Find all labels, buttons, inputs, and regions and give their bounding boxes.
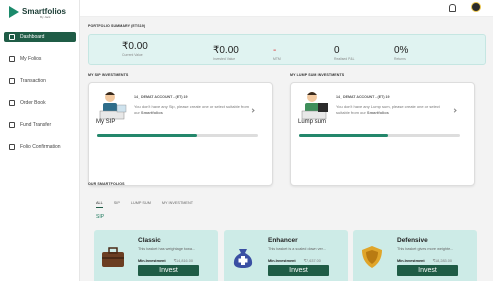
sidebar-item-my-folios[interactable]: My Folios — [4, 54, 76, 64]
sidebar-item-folio-confirmation[interactable]: Folio Confirmation — [4, 142, 76, 152]
invested-value-stat: ₹0.00 Invested Value — [213, 45, 239, 62]
shield-icon — [362, 246, 382, 268]
notification-bell-icon[interactable] — [449, 4, 456, 12]
sip-card[interactable]: My SIP 14_ DEMAT ACCOUNT - (ET) 19 You d… — [88, 82, 273, 186]
stat-value: 0% — [394, 45, 409, 56]
stat-label: MTM — [273, 57, 281, 61]
sip-card-label: My SIP — [96, 119, 116, 125]
app-root: Smartfolios By Jack Dashboard My Folios … — [0, 0, 493, 281]
folio-description: This basket has weightage towa... — [138, 247, 196, 251]
folio-name: Defensive — [397, 237, 428, 244]
invest-button[interactable]: Invest — [138, 265, 199, 276]
folio-card-defensive[interactable]: Defensive This basket gives more weighte… — [353, 230, 477, 281]
lumpsum-card-label: Lump sum — [298, 119, 327, 125]
folder-icon — [9, 56, 15, 62]
returns-stat: 0% Returns — [394, 45, 409, 62]
sip-illustration-icon — [99, 92, 127, 120]
realised-pnl-stat: 0 Realised P&L — [334, 45, 355, 62]
sip-account-name: 14_ DEMAT ACCOUNT - (ET) 19 — [134, 95, 188, 99]
folio-min-investment: Min.Investment ₹7,637.00 — [268, 259, 321, 263]
dashboard-icon — [9, 34, 15, 40]
brand-logo[interactable]: Smartfolios — [9, 4, 66, 20]
transaction-icon — [9, 78, 15, 84]
stat-value: ₹0.00 — [213, 45, 239, 56]
sidebar-item-label: Order Book — [20, 100, 46, 106]
sidebar-item-label: Fund Transfer — [20, 122, 52, 128]
folio-card-enhancer[interactable]: Enhancer This basket is a scaled down ve… — [224, 230, 348, 281]
stat-label: Realised P&L — [334, 57, 355, 61]
user-avatar[interactable] — [471, 2, 481, 12]
smartfolios-section-title: OUR SMARTFOLIOS — [88, 182, 125, 186]
stat-value: 0 — [334, 45, 340, 56]
lumpsum-account-name: 14_ DEMAT ACCOUNT - (ET) 19 — [336, 95, 390, 99]
folio-min-investment: Min.Investment ₹14,816.00 — [138, 259, 193, 263]
portfolio-summary-card: ₹0.00 Current Value ₹0.00 Invested Value… — [88, 34, 486, 65]
fund-transfer-icon — [9, 122, 15, 128]
smartfolios-link[interactable]: Smartfolios — [367, 110, 389, 115]
sidebar-item-dashboard[interactable]: Dashboard — [4, 32, 76, 42]
sip-progress-bar — [97, 134, 258, 137]
stat-label: Returns — [394, 57, 406, 61]
sidebar-item-label: Folio Confirmation — [20, 144, 61, 150]
top-header — [80, 0, 493, 17]
chevron-right-icon[interactable] — [452, 108, 457, 113]
sip-empty-message: You don't have any Sip, please create on… — [134, 104, 249, 115]
lumpsum-card[interactable]: Lump sum 14_ DEMAT ACCOUNT - (ET) 19 You… — [290, 82, 475, 186]
folio-confirmation-icon — [9, 144, 15, 150]
folio-description: This basket gives more weighte... — [397, 247, 454, 251]
sidebar-item-label: My Folios — [20, 56, 42, 62]
stat-value: - — [273, 45, 277, 56]
chevron-right-icon[interactable] — [250, 108, 255, 113]
invest-button[interactable]: Invest — [268, 265, 329, 276]
smartfolios-tabs: ALL SIP LUMP SUM MY INVESTMENT — [96, 201, 204, 208]
sidebar-item-label: Dashboard — [20, 34, 45, 40]
tab-my-investment[interactable]: MY INVESTMENT — [162, 201, 193, 208]
portfolio-summary-title: PORTFOLIO SUMMARY (ETS19) — [88, 24, 146, 28]
tab-all[interactable]: ALL — [96, 201, 103, 208]
sidebar-item-label: Transaction — [20, 78, 46, 84]
stat-label: Current Value — [122, 53, 143, 57]
briefcase-icon — [102, 247, 124, 267]
main-content: PORTFOLIO SUMMARY (ETS19) ₹0.00 Current … — [80, 17, 493, 281]
sip-section-title: MY SIP INVESTMENTS — [88, 73, 129, 77]
tab-lump-sum[interactable]: LUMP SUM — [131, 201, 151, 208]
folio-name: Enhancer — [268, 237, 298, 244]
money-bag-icon — [233, 249, 253, 268]
stat-label: Invested Value — [213, 57, 236, 61]
sidebar-item-fund-transfer[interactable]: Fund Transfer — [4, 120, 76, 130]
sidebar-nav: Dashboard My Folios Transaction Order Bo… — [4, 32, 76, 164]
smartfolios-link[interactable]: Smartfolios — [141, 110, 163, 115]
folio-name: Classic — [138, 237, 161, 244]
sip-progress-fill — [97, 134, 197, 137]
lumpsum-illustration-icon — [301, 92, 328, 120]
invest-button[interactable]: Invest — [397, 265, 458, 276]
mtm-stat: - MTM — [273, 45, 281, 62]
sidebar-item-transaction[interactable]: Transaction — [4, 76, 76, 86]
logo-mark-icon — [9, 6, 19, 18]
order-book-icon — [9, 100, 15, 106]
brand-subtitle: By Jack — [40, 15, 51, 19]
sidebar: Smartfolios By Jack Dashboard My Folios … — [0, 0, 80, 281]
folio-card-classic[interactable]: Classic This basket has weightage towa..… — [94, 230, 218, 281]
lumpsum-progress-fill — [299, 134, 388, 137]
tab-sip[interactable]: SIP — [114, 201, 120, 208]
lumpsum-empty-message: You don't have any Lump sum, please crea… — [336, 104, 440, 115]
current-value-stat: ₹0.00 Current Value — [122, 41, 148, 58]
lumpsum-progress-bar — [299, 134, 460, 137]
sip-group-label: SIP — [96, 214, 105, 220]
lumpsum-section-title: MY LUMP SUM INVESTMENTS — [290, 73, 345, 77]
stat-value: ₹0.00 — [122, 41, 148, 52]
sidebar-item-order-book[interactable]: Order Book — [4, 98, 76, 108]
folio-description: This basket is a scaled down ver... — [268, 247, 326, 251]
folio-min-investment: Min.Investment ₹18,283.00 — [397, 259, 452, 263]
